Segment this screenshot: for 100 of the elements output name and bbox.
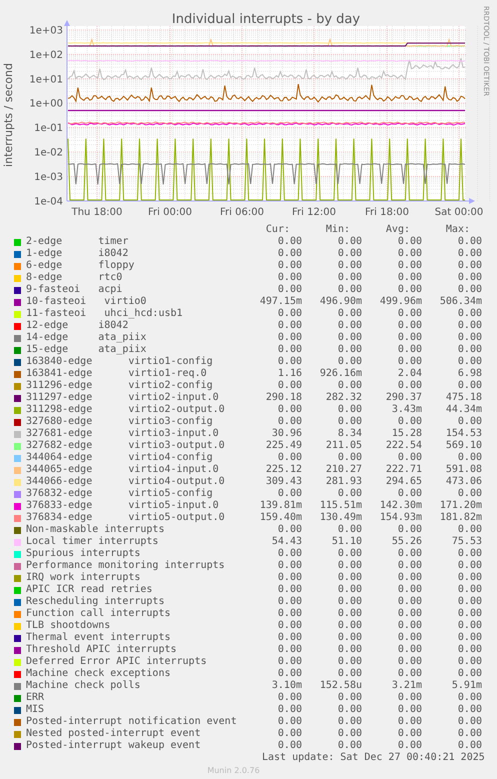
value-cell-text: 0.00 [396, 632, 422, 644]
series-name: ERR [26, 692, 44, 704]
series-name: 9-fasteoi [26, 284, 80, 296]
column-header: Min: [324, 224, 351, 236]
series-label: virtio3-config [128, 416, 213, 428]
series-label: i8042 [98, 248, 128, 260]
value-cell-text: 0.00 [396, 380, 422, 392]
series-label: virtio5-output.0 [128, 512, 225, 524]
value-cell-text: 0.00 [276, 260, 302, 272]
value-cell-text: 0.00 [456, 356, 482, 368]
value-cell-text: 210.27 [324, 464, 362, 476]
value-cell-text: 0.00 [336, 260, 362, 272]
series-name: 344064-edge [26, 452, 92, 464]
value-cell-text: 0.00 [396, 740, 422, 752]
series-name: 14-edge [26, 332, 68, 344]
column-header: Cur: [264, 224, 291, 236]
value-cell-text: 0.00 [336, 668, 362, 680]
value-cell-text: 0.00 [456, 344, 482, 356]
value-cell-text: 0.00 [276, 236, 302, 248]
value-cell-text: 0.00 [396, 584, 422, 596]
value-cell-text: 0.00 [396, 452, 422, 464]
series-name: 11-fasteoi [26, 308, 86, 320]
value-cell-text: 0.00 [336, 740, 362, 752]
series-name: MIS [26, 704, 44, 716]
value-cell-text: 926.16m [318, 368, 362, 380]
value-cell-text: 0.00 [336, 584, 362, 596]
value-cell-text: 1.16 [276, 368, 302, 380]
value-cell-text: 0.00 [276, 656, 302, 668]
value-cell-text: 0.00 [396, 656, 422, 668]
series-name: Thermal event interrupts [26, 632, 170, 644]
series-label: timer [98, 236, 128, 248]
value-cell-text: 0.00 [336, 608, 362, 620]
series-name: Performance monitoring interrupts [26, 560, 225, 572]
value-cell-text: 0.00 [336, 488, 362, 500]
value-cell-text: 0.00 [396, 344, 422, 356]
value-cell-text: 0.00 [456, 548, 482, 560]
value-cell-text: 0.00 [336, 272, 362, 284]
value-cell-text: 30.96 [270, 428, 302, 440]
series-label: virtio1-req.0 [128, 368, 207, 380]
value-cell-text: 0.00 [456, 308, 482, 320]
value-cell-text: 499.96m [378, 296, 422, 308]
value-cell-text: 5.91m [450, 680, 482, 692]
value-cell-text: 15.28 [390, 428, 422, 440]
value-cell-text: 0.00 [456, 668, 482, 680]
series-name: Local timer interrupts [26, 536, 158, 548]
value-cell-text: 0.00 [336, 644, 362, 656]
value-cell-text: 281.93 [324, 476, 362, 488]
axis-tick-label: Fri 12:00 [292, 207, 336, 218]
series-name: 327682-edge [26, 440, 92, 452]
series-label: virtio4-config [128, 452, 213, 464]
series-label: virtio4-input.0 [128, 464, 219, 476]
value-cell-text: 0.00 [276, 548, 302, 560]
value-cell-text: 0.00 [456, 560, 482, 572]
chart-title: Individual interrupts - by day [172, 12, 360, 27]
value-cell-text: 0.00 [336, 416, 362, 428]
value-cell-text: 290.37 [384, 392, 422, 404]
value-cell-text: 0.00 [456, 452, 482, 464]
series-name: 10-fasteoi [26, 296, 86, 308]
value-cell-text: 152.58u [318, 680, 362, 692]
series-label: virtio3-input.0 [128, 428, 219, 440]
y-axis-label: interrupts / second [2, 63, 15, 167]
value-cell-text: 222.54 [384, 440, 422, 452]
value-cell-text: 55.26 [390, 536, 422, 548]
value-cell-text: 0.00 [336, 332, 362, 344]
value-cell-text: 0.00 [456, 620, 482, 632]
value-cell-text: 0.00 [276, 596, 302, 608]
series-name: Deferred Error APIC interrupts [26, 656, 207, 668]
value-cell-text: 0.00 [276, 332, 302, 344]
value-cell-text: 0.00 [276, 728, 302, 740]
value-cell-text: 142.30m [378, 500, 422, 512]
value-cell-text: 0.00 [396, 620, 422, 632]
series-label: floppy [98, 260, 134, 272]
value-cell-text: 8.34 [336, 428, 362, 440]
value-cell-text: 225.12 [264, 464, 302, 476]
value-cell-text: 0.00 [276, 272, 302, 284]
series-name: Nested posted-interrupt event [26, 728, 201, 740]
series-name: 344065-edge [26, 464, 92, 476]
series-label: i8042 [98, 320, 128, 332]
value-cell-text: 473.06 [444, 476, 482, 488]
column-header: Max: [444, 224, 471, 236]
value-cell-text: 6.98 [456, 368, 482, 380]
value-cell-text: 0.00 [336, 380, 362, 392]
series-name: Rescheduling interrupts [26, 596, 164, 608]
value-cell-text: 211.05 [324, 440, 362, 452]
value-cell-text: 0.00 [276, 668, 302, 680]
series-name: 311298-edge [26, 404, 92, 416]
series-name: Threshold APIC interrupts [26, 644, 177, 656]
value-cell-text: 0.00 [336, 728, 362, 740]
value-cell-text: 3.10m [270, 680, 302, 692]
value-cell-text: 0.00 [396, 668, 422, 680]
value-cell-text: 0.00 [396, 248, 422, 260]
value-cell-text: 0.00 [276, 632, 302, 644]
value-cell-text: 0.00 [396, 560, 422, 572]
value-cell-text: 497.15m [258, 296, 302, 308]
series-name: Machine check polls [26, 680, 140, 692]
value-cell-text: 181.82m [438, 512, 482, 524]
series-label: virtio2-output.0 [128, 404, 225, 416]
value-cell-text: 0.00 [336, 308, 362, 320]
value-cell-text: 0.00 [276, 284, 302, 296]
series-name: Posted-interrupt notification event [26, 716, 237, 728]
